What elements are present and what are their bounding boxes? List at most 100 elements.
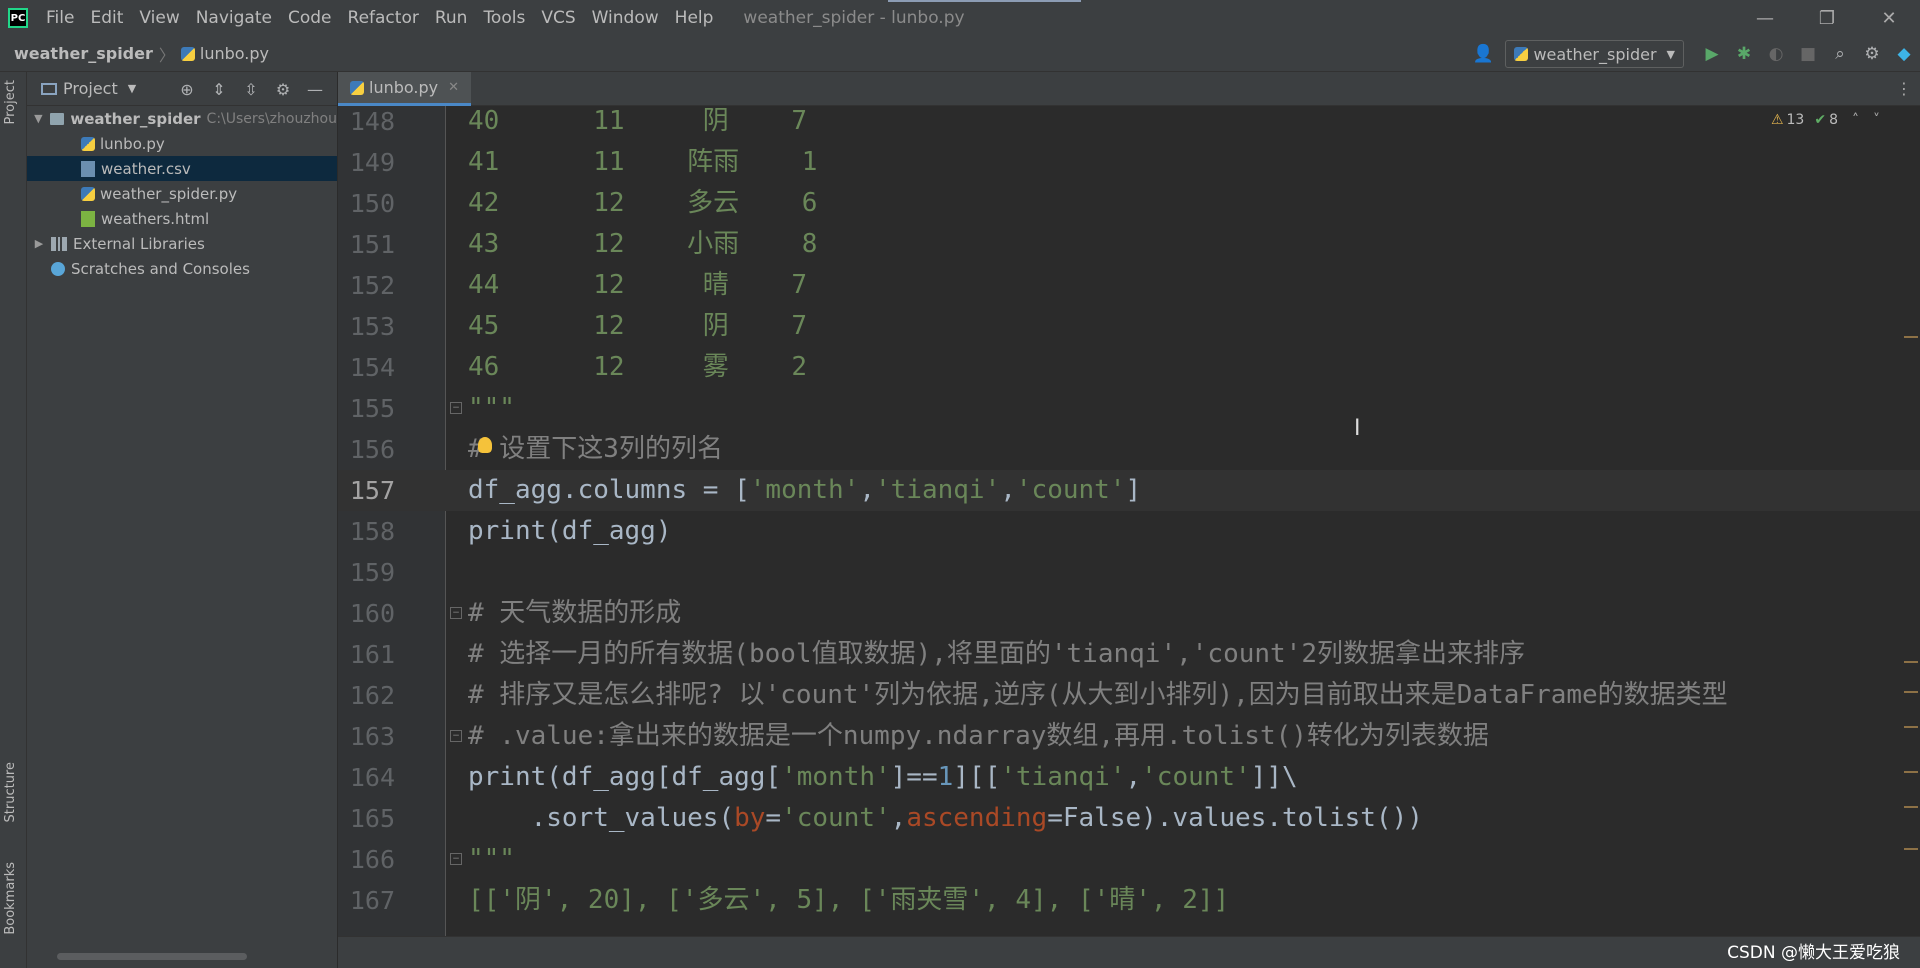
tab-lunbo-py[interactable]: lunbo.py ✕ <box>338 72 472 106</box>
menu-run[interactable]: Run <box>427 0 476 36</box>
collapse-all-icon[interactable]: ⇳ <box>235 80 267 99</box>
python-file-icon <box>350 80 364 95</box>
code-line: 153 45 12 阴 7 <box>338 306 1920 347</box>
scrollbar-marker[interactable] <box>1904 771 1918 773</box>
tree-item-scratches[interactable]: Scratches and Consoles <box>27 256 337 281</box>
code-text: print(df_agg) <box>468 516 672 546</box>
code-line: 151 43 12 小雨 8 <box>338 224 1920 265</box>
code-text: # .value:拿出来的数据是一个numpy.ndarray数组,再用.tol… <box>468 721 1489 751</box>
menu-edit[interactable]: Edit <box>82 0 131 36</box>
chevron-right-icon[interactable]: ▶ <box>31 237 47 250</box>
restore-icon[interactable]: ❐ <box>1796 0 1858 36</box>
tool-tab-structure[interactable]: Structure <box>3 762 18 822</box>
code-text: # 排序又是怎么排呢? 以'count'列为依据,逆序(从大到小排列),因为目前… <box>468 680 1728 710</box>
menu-view[interactable]: View <box>131 0 187 36</box>
tool-tab-project[interactable]: Project <box>3 80 18 124</box>
tree-item-project-root[interactable]: ▼ weather_spider C:\Users\zhouzhou <box>27 106 337 131</box>
fold-marker-icon[interactable]: − <box>450 853 462 865</box>
fold-marker-icon[interactable]: − <box>450 607 462 619</box>
fold-marker-icon[interactable]: − <box>450 402 462 414</box>
code-line: 158 print(df_agg) <box>338 511 1920 552</box>
chevron-down-icon[interactable]: ˅ <box>1873 112 1880 128</box>
tree-item-label: weather_spider.py <box>100 184 238 203</box>
menu-vcs[interactable]: VCS <box>533 0 583 36</box>
breadcrumb-separator-icon: 〉 <box>158 45 175 65</box>
run-icon[interactable]: ▶ <box>1696 36 1728 72</box>
expand-all-icon[interactable]: ⇕ <box>203 80 235 99</box>
menu-refactor[interactable]: Refactor <box>340 0 427 36</box>
hide-icon[interactable]: — <box>299 80 331 99</box>
chevron-down-icon[interactable]: ▼ <box>128 82 136 95</box>
menu-help[interactable]: Help <box>667 0 722 36</box>
debug-icon[interactable]: ✱ <box>1728 36 1760 72</box>
tree-item-label: weather.csv <box>101 159 191 178</box>
more-options-icon[interactable]: ⋮ <box>1896 72 1912 106</box>
text-cursor-icon: I <box>1354 416 1361 441</box>
line-number: 167 <box>349 886 395 915</box>
stop-icon[interactable]: ■ <box>1792 36 1824 72</box>
tree-item-weather-csv[interactable]: weather.csv <box>27 156 337 181</box>
library-icon <box>51 236 67 251</box>
scrollbar-marker[interactable] <box>1904 806 1918 808</box>
jetbrains-toolbox-icon[interactable]: ◆ <box>1888 36 1920 72</box>
code-text: 45 12 阴 7 <box>468 311 808 341</box>
tree-item-weather-spider[interactable]: weather_spider.py <box>27 181 337 206</box>
code-text: # 选择一月的所有数据(bool值取数据),将里面的'tianqi','coun… <box>468 639 1525 669</box>
scrollbar-marker[interactable] <box>1904 726 1918 728</box>
chevron-down-icon[interactable]: ▼ <box>31 112 46 125</box>
tree-item-path: C:\Users\zhouzhou <box>206 110 337 127</box>
menu-code[interactable]: Code <box>280 0 340 36</box>
code-text: """ <box>468 844 515 874</box>
coverage-icon[interactable]: ◐ <box>1760 36 1792 72</box>
scrollbar-marker[interactable] <box>1904 661 1918 663</box>
gear-icon[interactable]: ⚙ <box>267 80 299 99</box>
folder-icon <box>49 112 65 125</box>
lightbulb-icon[interactable] <box>478 437 492 453</box>
scrollbar-marker[interactable] <box>1904 848 1918 850</box>
line-number: 161 <box>349 640 395 669</box>
watermark: CSDN @懒大王爱吃狼 <box>1727 943 1900 963</box>
code-line-current: 157 df_agg.columns = ['month','tianqi','… <box>338 470 1920 511</box>
tree-item-label: External Libraries <box>73 234 205 253</box>
editor-tab-bar: lunbo.py ✕ ⋮ <box>338 72 1920 106</box>
check-icon: ✔ <box>1814 112 1827 128</box>
chevron-up-icon[interactable]: ˄ <box>1852 112 1859 128</box>
code-text: 43 12 小雨 8 <box>468 229 818 259</box>
csv-file-icon <box>81 160 95 177</box>
tree-item-label: lunbo.py <box>100 134 165 153</box>
code-line: 152 44 12 晴 7 <box>338 265 1920 306</box>
code-line: 148 40 11 阴 7 <box>338 106 1920 142</box>
code-line: 166 − """ <box>338 839 1920 880</box>
project-panel-tools: ⊕ ⇕ ⇳ ⚙ — <box>171 72 331 106</box>
inspection-widget[interactable]: ⚠ 13 ✔ 8 ˄ ˅ <box>1771 112 1880 128</box>
breadcrumb-file[interactable]: lunbo.py <box>200 44 269 63</box>
scrollbar-marker[interactable] <box>1904 691 1918 693</box>
tree-item-external-libraries[interactable]: ▶ External Libraries <box>27 231 337 256</box>
tree-item-weathers-html[interactable]: weathers.html <box>27 206 337 231</box>
menu-window[interactable]: Window <box>584 0 667 36</box>
menu-tools[interactable]: Tools <box>475 0 533 36</box>
code-line: 156 # 设置下这3列的列名 <box>338 429 1920 470</box>
horizontal-scrollbar[interactable] <box>57 953 247 960</box>
tree-item-lunbo[interactable]: lunbo.py <box>27 131 337 156</box>
locate-icon[interactable]: ⊕ <box>171 80 203 99</box>
scrollbar-marker[interactable] <box>1904 336 1918 338</box>
menu-navigate[interactable]: Navigate <box>188 0 280 36</box>
code-editor[interactable]: 148 40 11 阴 7 149 41 11 阵雨 1 150 42 12 多… <box>338 106 1920 936</box>
minimize-icon[interactable]: — <box>1734 0 1796 36</box>
menu-file[interactable]: File <box>38 0 82 36</box>
breadcrumb-project[interactable]: weather_spider <box>14 44 153 63</box>
project-panel-title[interactable]: Project <box>63 79 118 98</box>
code-text: 42 12 多云 6 <box>468 188 818 218</box>
html-file-icon <box>81 210 95 227</box>
close-icon[interactable]: ✕ <box>1858 0 1920 36</box>
fold-marker-icon[interactable]: − <box>450 730 462 742</box>
close-tab-icon[interactable]: ✕ <box>448 80 459 95</box>
run-config-selector[interactable]: weather_spider ▼ <box>1505 40 1684 68</box>
user-icon[interactable]: 👤 <box>1467 36 1499 72</box>
tool-tab-bookmarks[interactable]: Bookmarks <box>3 862 18 935</box>
line-number: 157 <box>349 476 395 505</box>
title-bar: PC File Edit View Navigate Code Refactor… <box>0 0 1920 36</box>
gear-icon[interactable]: ⚙ <box>1856 36 1888 72</box>
search-icon[interactable]: ⌕ <box>1824 36 1856 72</box>
